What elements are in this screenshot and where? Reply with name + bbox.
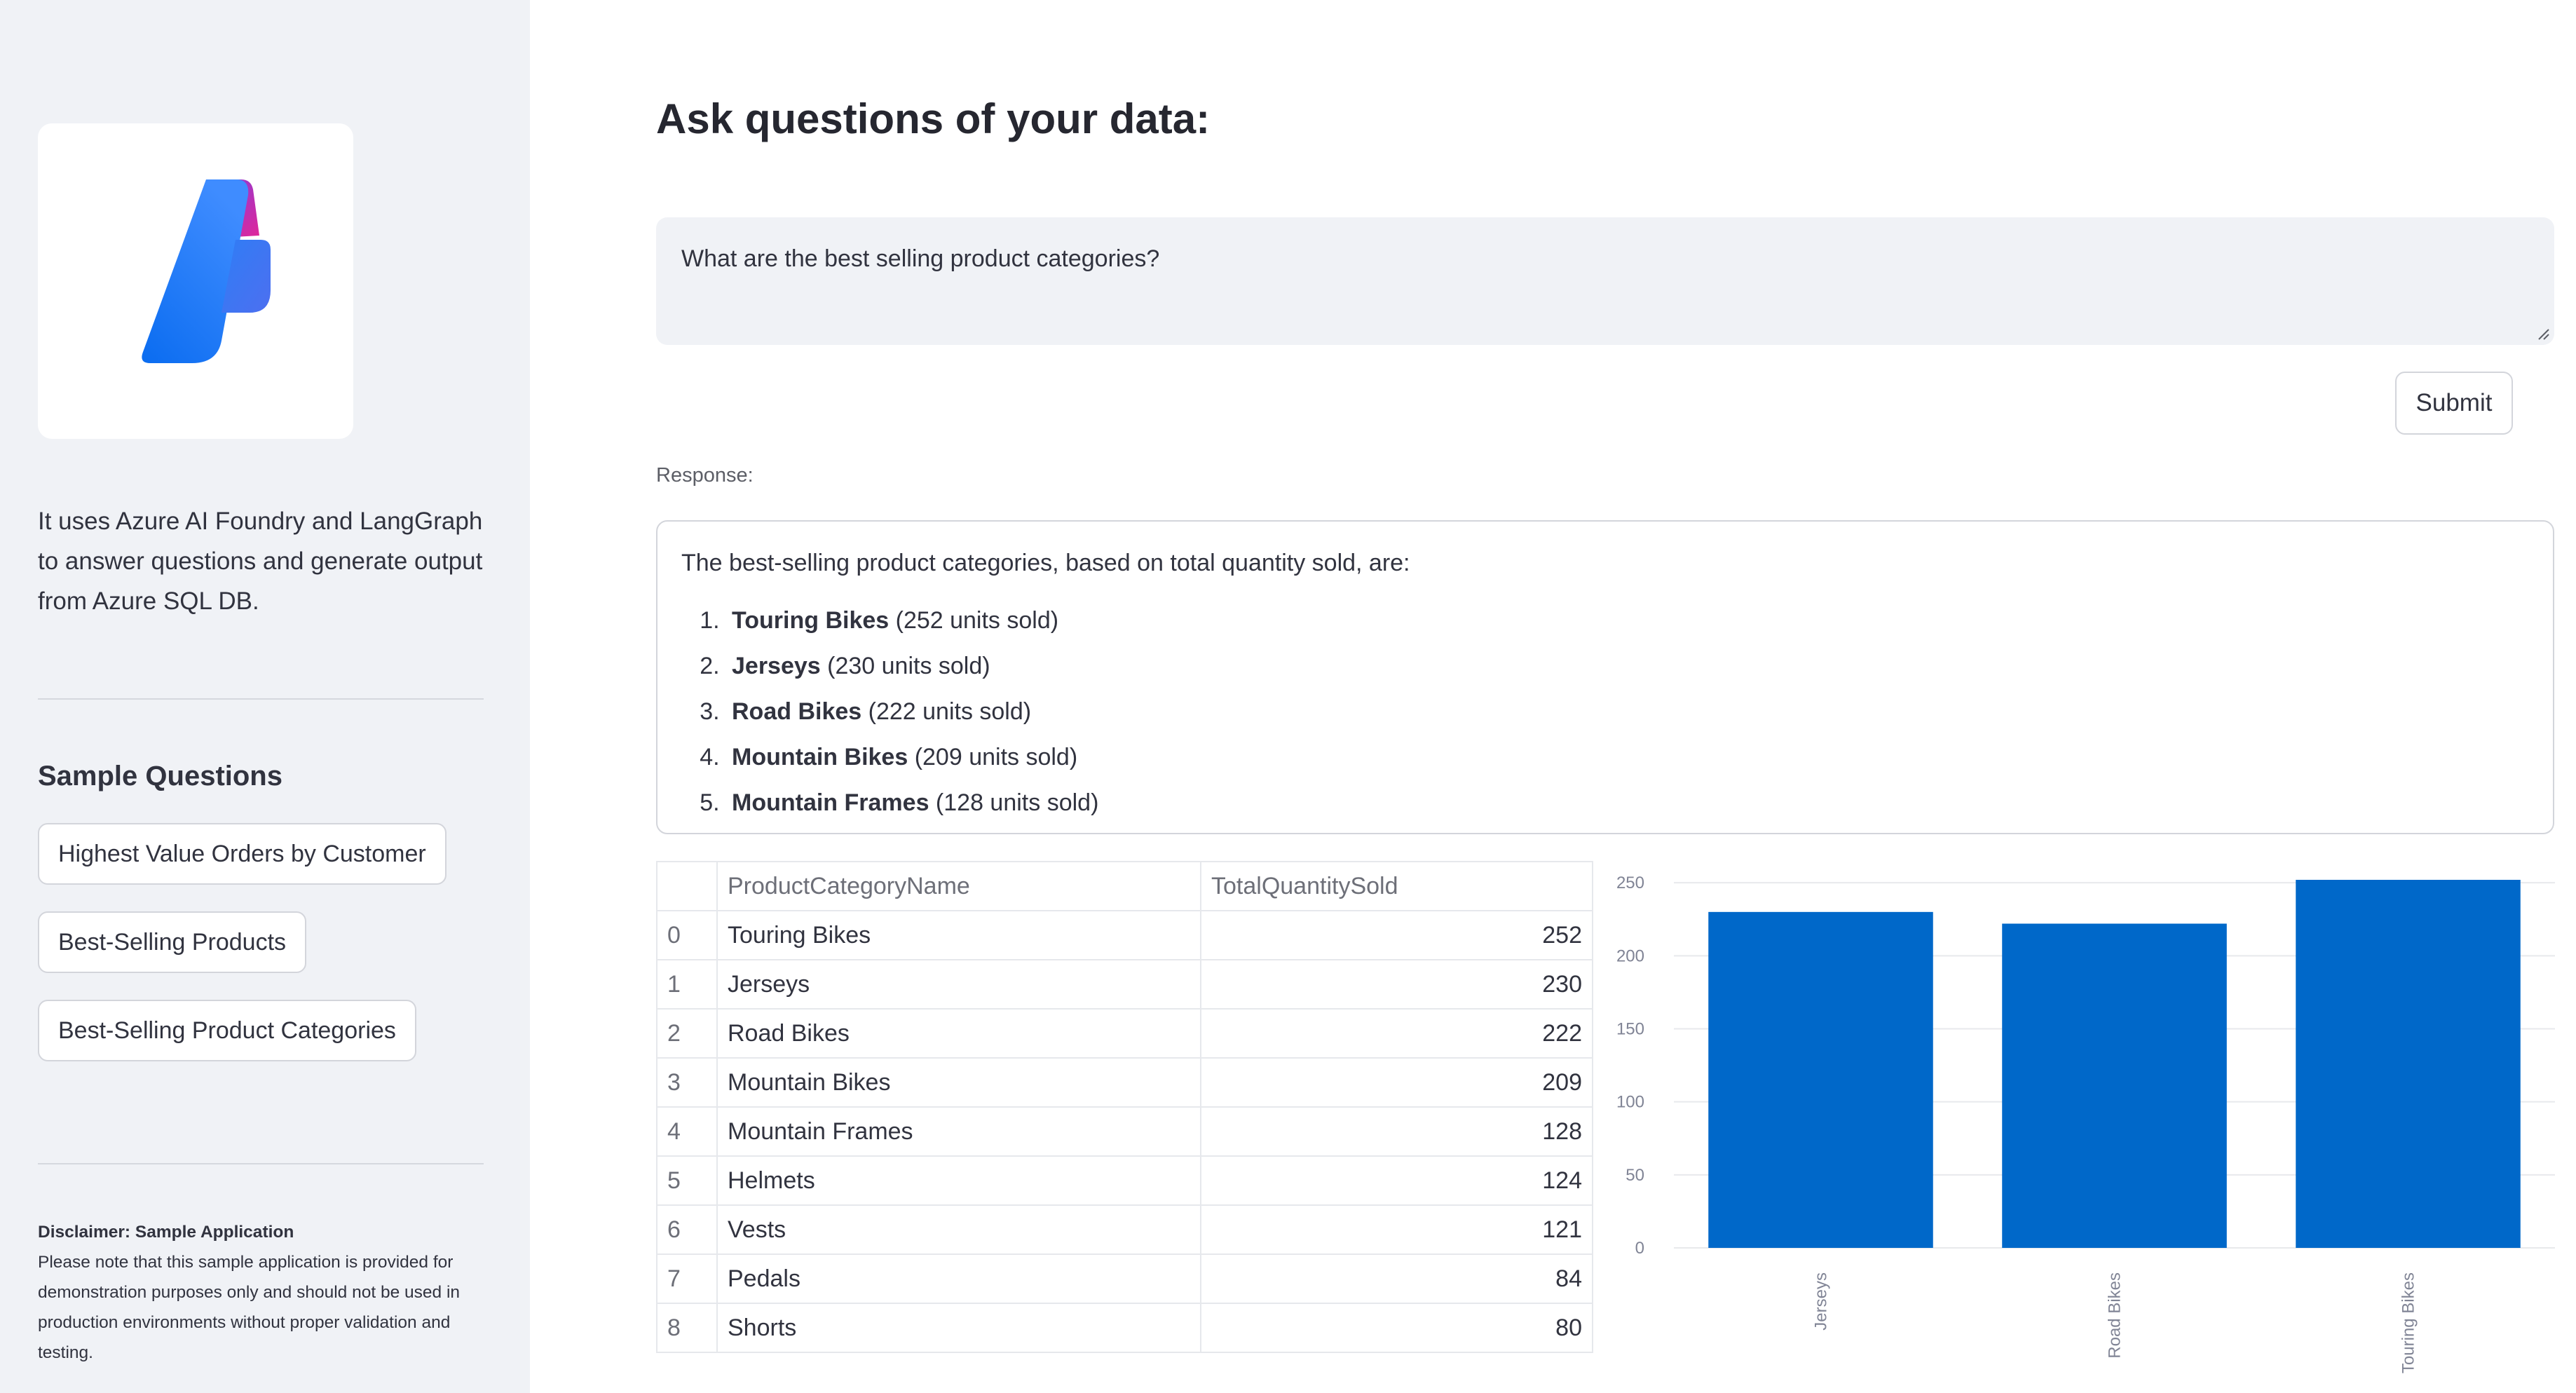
column-header-total-quantity[interactable]: TotalQuantitySold (1200, 861, 1593, 911)
category-cell: Jerseys (716, 959, 1201, 1010)
page-title: Ask questions of your data: (656, 95, 1211, 142)
resize-handle-icon[interactable] (2537, 328, 2550, 341)
sidebar-intro-text: It uses Azure AI Foundry and LangGraph t… (38, 508, 483, 615)
disclaimer: Disclaimer: Sample Application Please no… (38, 1217, 493, 1368)
response-list-item: Mountain Frames (128 units sold) (726, 780, 2529, 826)
response-item-detail: (209 units sold) (908, 744, 1078, 770)
table-row[interactable]: 7 Pedals 84 (656, 1253, 1593, 1304)
response-item-detail: (128 units sold) (929, 789, 1099, 816)
category-cell: Road Bikes (716, 1008, 1201, 1059)
quantity-cell: 230 (1200, 959, 1593, 1010)
quantity-cell: 80 (1200, 1303, 1593, 1353)
question-input-value: What are the best selling product catego… (681, 245, 1160, 272)
quantity-cell: 222 (1200, 1008, 1593, 1059)
table-row[interactable]: 4 Mountain Frames 128 (656, 1106, 1593, 1157)
y-tick-label: 150 (1616, 1020, 1644, 1039)
quantity-cell: 84 (1200, 1253, 1593, 1304)
table-row[interactable]: 3 Mountain Bikes 209 (656, 1057, 1593, 1108)
bar (2296, 880, 2521, 1248)
row-index-cell: 7 (656, 1253, 718, 1304)
category-cell: Pedals (716, 1253, 1201, 1304)
row-index-cell: 3 (656, 1057, 718, 1108)
x-tick-label: Road Bikes (2106, 1272, 2125, 1359)
row-index-cell: 1 (656, 959, 718, 1010)
response-list-item: Mountain Bikes (209 units sold) (726, 735, 2529, 780)
response-item-name: Mountain Bikes (732, 744, 908, 770)
table-row[interactable]: 5 Helmets 124 (656, 1155, 1593, 1206)
sidebar-divider (38, 1163, 484, 1164)
submit-button[interactable]: Submit (2395, 372, 2513, 435)
response-output: The best-selling product categories, bas… (656, 520, 2554, 834)
category-cell: Vests (716, 1204, 1201, 1255)
sample-questions-heading: Sample Questions (38, 761, 282, 791)
table-row[interactable]: 1 Jerseys 230 (656, 959, 1593, 1010)
quantity-cell: 128 (1200, 1106, 1593, 1157)
table-row[interactable]: 8 Shorts 80 (656, 1303, 1593, 1353)
category-cell: Touring Bikes (716, 910, 1201, 960)
response-list-item: Touring Bikes (252 units sold) (726, 598, 2529, 644)
response-item-detail: (252 units sold) (889, 607, 1059, 634)
logo-card (38, 123, 353, 439)
response-item-detail: (230 units sold) (820, 653, 990, 679)
response-item-detail: (222 units sold) (861, 698, 1032, 725)
category-cell: Shorts (716, 1303, 1201, 1353)
table-header-row: ProductCategoryName TotalQuantitySold (656, 861, 1593, 911)
x-tick-label: Touring Bikes (2399, 1272, 2418, 1373)
table-row[interactable]: 6 Vests 121 (656, 1204, 1593, 1255)
column-header-product-category[interactable]: ProductCategoryName (716, 861, 1201, 911)
sidebar-divider (38, 698, 484, 700)
sample-question-button-highest-value-orders[interactable]: Highest Value Orders by Customer (38, 823, 447, 885)
results-table[interactable]: ProductCategoryName TotalQuantitySold 0T… (656, 861, 1593, 1353)
category-cell: Mountain Frames (716, 1106, 1201, 1157)
response-item-name: Jerseys (732, 653, 821, 679)
row-index-cell: 2 (656, 1008, 718, 1059)
y-tick-label: 50 (1626, 1166, 1644, 1185)
y-tick-label: 100 (1616, 1093, 1644, 1112)
sample-question-button-best-selling-products[interactable]: Best-Selling Products (38, 911, 307, 973)
bar (2002, 923, 2227, 1248)
quantity-cell: 121 (1200, 1204, 1593, 1255)
response-intro: The best-selling product categories, bas… (681, 550, 1410, 576)
disclaimer-text: Please note that this sample application… (38, 1253, 461, 1362)
row-index-cell: 5 (656, 1155, 718, 1206)
response-item-name: Road Bikes (732, 698, 862, 725)
response-label: Response: (656, 464, 754, 487)
sidebar: It uses Azure AI Foundry and LangGraph t… (0, 0, 530, 1393)
table-row[interactable]: 0 Touring Bikes 252 (656, 910, 1593, 960)
y-tick-label: 0 (1635, 1239, 1644, 1258)
response-list-item: Jerseys (230 units sold) (726, 644, 2529, 689)
quantity-cell: 124 (1200, 1155, 1593, 1206)
quantity-cell: 209 (1200, 1057, 1593, 1108)
category-cell: Helmets (716, 1155, 1201, 1206)
x-tick-label: Jerseys (1812, 1272, 1831, 1331)
y-tick-label: 200 (1616, 946, 1644, 965)
sample-question-button-best-selling-categories[interactable]: Best-Selling Product Categories (38, 1000, 416, 1061)
row-index-cell: 0 (656, 910, 718, 960)
category-cell: Mountain Bikes (716, 1057, 1201, 1108)
y-tick-label: 250 (1616, 874, 1644, 892)
response-list-item: Road Bikes (222 units sold) (726, 689, 2529, 735)
disclaimer-title: Disclaimer: Sample Application (38, 1223, 294, 1242)
table-row[interactable]: 2 Road Bikes 222 (656, 1008, 1593, 1059)
response-item-name: Touring Bikes (732, 607, 890, 634)
azure-ai-foundry-logo-icon (142, 179, 271, 363)
question-input[interactable]: What are the best selling product catego… (656, 217, 2554, 345)
response-item-name: Mountain Frames (732, 789, 929, 816)
bar-chart: 0 50 100 150 200 250 Jerseys Road Bikes Touring … (1616, 874, 2555, 1373)
row-index-cell: 8 (656, 1303, 718, 1353)
bar (1708, 911, 1933, 1248)
quantity-cell: 252 (1200, 910, 1593, 960)
row-index-cell: 6 (656, 1204, 718, 1255)
column-header-index[interactable] (656, 861, 718, 911)
response-list: Touring Bikes (252 units sold) Jerseys (… (681, 598, 2529, 826)
row-index-cell: 4 (656, 1106, 718, 1157)
